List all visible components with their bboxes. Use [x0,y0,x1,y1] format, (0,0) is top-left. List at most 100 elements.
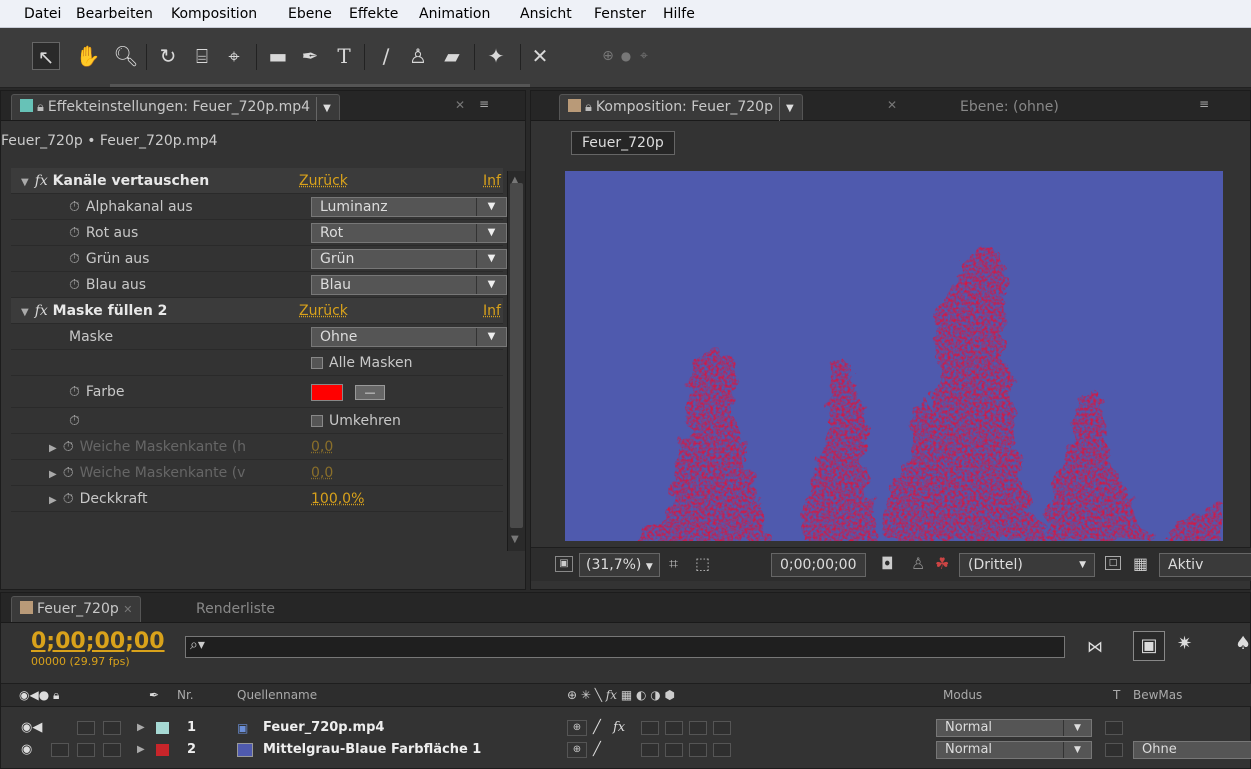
solo-toggle[interactable] [77,721,95,735]
resolution-icon[interactable]: ⌗ [669,554,678,574]
stopwatch-icon[interactable]: ⏱︎ [69,408,80,434]
fx-icon[interactable]: fx [35,173,48,189]
close-icon[interactable]: ✕ [887,98,897,112]
effect-header-fill-mask[interactable]: ▼ fx Maske füllen 2 Zurück Inf [11,298,503,324]
lock-icon[interactable]: 🔒︎ [585,96,592,120]
menu-animation[interactable]: Animation [419,6,490,22]
timeline-search-input[interactable]: ⌕▾ [185,636,1065,658]
tab-timeline[interactable]: Feuer_720p ✕ [11,596,142,622]
menu-bearbeiten[interactable]: Bearbeiten [76,6,153,22]
solo-toggle[interactable] [77,743,95,757]
stopwatch-icon[interactable]: ⏱︎ [69,376,80,408]
chevron-down-icon[interactable]: ▼ [778,97,794,121]
label-color[interactable] [156,722,169,734]
feather-h-value[interactable]: 0,0 [311,434,333,460]
close-icon[interactable]: ✕ [455,98,465,112]
menu-fenster[interactable]: Fenster [594,6,646,22]
text-tool-icon[interactable]: T [330,42,358,70]
menu-ansicht[interactable]: Ansicht [520,6,572,22]
opacity-value[interactable]: 100,0% [311,486,364,512]
expand-triangle-icon[interactable]: ▼ [21,300,29,326]
chevron-down-icon[interactable]: ▼ [316,97,331,121]
pan-behind-tool-icon[interactable]: ⌖ [220,42,248,70]
menu-komposition[interactable]: Komposition [171,6,257,22]
eraser-tool-icon[interactable]: ▰ [438,42,466,70]
rectangle-tool-icon[interactable]: ▬ [264,42,292,70]
region-of-interest-icon[interactable]: ⬚ [695,554,710,573]
timeline-timecode[interactable]: 0;00;00;00 [31,629,165,654]
tab-render-queue[interactable]: Renderliste [187,596,284,622]
alpha-from-dropdown[interactable]: Luminanz ▼ [311,197,507,217]
clone-stamp-tool-icon[interactable]: ♙ [404,42,432,70]
visibility-eye-icon[interactable]: ◉◀ [21,718,42,738]
stopwatch-icon[interactable]: ⏱︎ [69,272,80,298]
layer-name[interactable]: Mittelgrau-Blaue Farbfläche 1 [263,740,481,760]
eyedropper-icon[interactable]: — [355,385,385,400]
stopwatch-icon[interactable]: ⏱︎ [69,194,80,220]
live-update-icon[interactable]: ▣ [1133,631,1165,661]
switch-box[interactable] [641,721,659,735]
hand-tool-icon[interactable]: ✋ [74,42,102,70]
switch-box[interactable] [689,743,707,757]
comp-nav-button[interactable]: Feuer_720p [571,131,675,155]
rotation-tool-icon[interactable]: ↻ [154,42,182,70]
always-preview-icon[interactable]: ▣ [555,556,573,572]
lock-icon[interactable]: 🔒︎ [37,96,44,120]
label-color[interactable] [156,744,169,756]
quality-switch-icon[interactable]: ╱ [593,718,601,738]
menu-ebene[interactable]: Ebene [288,6,332,22]
selection-tool-icon[interactable]: ↖ [32,42,60,70]
table-row[interactable]: ◉◀ ▶ 1 ▣ Feuer_720p.mp4 ⊕ ╱ fx Normal ▼ [1,718,1251,738]
track-matte-dropdown[interactable]: Ohne [1133,741,1251,759]
transparency-grid-icon[interactable]: ▦ [1133,554,1148,573]
effect-header-channels[interactable]: ▼ fx Kanäle vertauschen Zurück Inf [11,168,503,194]
scroll-down-icon[interactable]: ▼ [511,534,519,545]
menu-datei[interactable]: Datei [24,6,61,22]
zoom-dropdown[interactable]: (31,7%) ▼ [579,553,660,577]
expand-triangle-icon[interactable]: ▶ [49,436,57,462]
roto-brush-tool-icon[interactable]: ✦ [482,42,510,70]
panel-menu-icon[interactable]: ≡ [1199,97,1209,111]
shy-switch[interactable]: ⊕ [567,720,587,736]
preserve-transparency-box[interactable] [1105,743,1123,757]
puppet-pin-tool-icon[interactable]: ✕ [526,42,554,70]
tab-composition[interactable]: 🔒︎ Komposition: Feuer_720p ▼ [559,94,803,121]
invert-checkbox[interactable] [311,415,323,427]
camera-snapshot-icon[interactable]: ◘ [881,554,894,573]
visibility-eye-icon[interactable]: ◉ [21,740,32,760]
menu-effekte[interactable]: Effekte [349,6,398,22]
quality-switch-icon[interactable]: ╱ [593,740,601,760]
timecode-field[interactable]: 0;00;00;00 [771,553,866,577]
mask-dropdown[interactable]: Ohne ▼ [311,327,507,347]
comp-mini-flowchart-icon[interactable]: ⋈ [1087,637,1103,656]
blue-from-dropdown[interactable]: Blau ▼ [311,275,507,295]
expand-triangle-icon[interactable]: ▶ [49,462,57,488]
brush-tool-icon[interactable]: ∕ [372,42,400,70]
reset-link[interactable]: Zurück [299,168,348,194]
expand-triangle-icon[interactable]: ▶ [137,718,145,738]
panel-menu-icon[interactable]: ≡ [479,97,489,111]
active-camera-dropdown[interactable]: Aktiv [1159,553,1251,577]
menu-hilfe[interactable]: Hilfe [663,6,695,22]
tab-layer[interactable]: Ebene: (ohne) [951,94,1068,120]
switch-box[interactable] [689,721,707,735]
switch-box[interactable] [641,743,659,757]
audio-toggle[interactable] [51,743,69,757]
expand-triangle-icon[interactable]: ▼ [21,170,29,196]
comp-viewer[interactable] [565,171,1223,541]
feather-v-value[interactable]: 0,0 [311,460,333,486]
fx-icon[interactable]: fx [35,303,48,319]
layer-name[interactable]: Feuer_720p.mp4 [263,718,384,738]
switch-box[interactable] [713,721,731,735]
tab-effect-controls[interactable]: 🔒︎ Effekteinstellungen: Feuer_720p.mp4 ▼ [11,94,340,121]
graph-editor-icon[interactable]: ♠ [1235,633,1251,654]
zoom-tool-icon[interactable]: 🔍︎ [112,42,140,70]
scrollbar-thumb[interactable] [510,183,523,528]
green-from-dropdown[interactable]: Grün ▼ [311,249,507,269]
switch-box[interactable] [665,743,683,757]
switch-box[interactable] [665,721,683,735]
stopwatch-icon[interactable]: ⏱︎ [69,220,80,246]
preserve-transparency-box[interactable] [1105,721,1123,735]
mask-visibility-icon[interactable]: □ [1105,556,1121,570]
all-masks-checkbox[interactable] [311,357,323,369]
